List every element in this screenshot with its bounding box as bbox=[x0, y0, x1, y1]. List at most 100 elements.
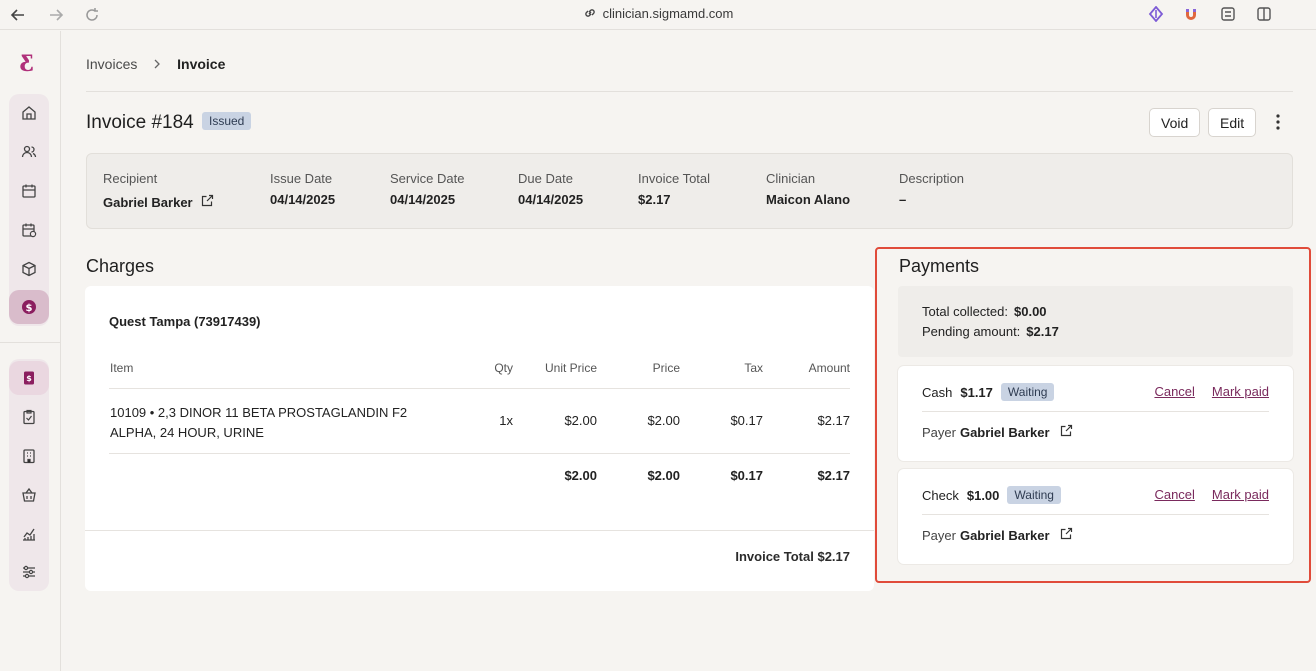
payer-label: Payer bbox=[922, 424, 956, 440]
mark-paid-link[interactable]: Mark paid bbox=[1212, 384, 1269, 399]
sidebar-item-reports[interactable] bbox=[9, 517, 49, 551]
calendar-check-icon bbox=[22, 223, 37, 238]
sidebar-item-home[interactable] bbox=[9, 96, 49, 130]
table-row-item: 10109 • 2,3 DINOR 11 BETA PROSTAGLANDIN … bbox=[110, 403, 407, 443]
breadcrumb-invoices[interactable]: Invoices bbox=[86, 56, 137, 72]
address-bar[interactable]: clinician.sigmamd.com bbox=[0, 6, 1316, 23]
cancel-payment-link[interactable]: Cancel bbox=[1154, 384, 1194, 399]
clinician-value: Maicon Alano bbox=[766, 192, 851, 207]
recipient-name[interactable]: Gabriel Barker bbox=[103, 195, 193, 210]
pending-amount: Pending amount: $2.17 bbox=[922, 324, 1059, 339]
row-price: $2.00 bbox=[647, 413, 680, 428]
external-link-icon[interactable] bbox=[1060, 424, 1073, 440]
cancel-payment-link[interactable]: Cancel bbox=[1154, 487, 1194, 502]
more-options-icon[interactable] bbox=[1268, 111, 1288, 133]
url-text: clinician.sigmamd.com bbox=[602, 6, 734, 21]
sidebar-item-products[interactable] bbox=[9, 252, 49, 286]
external-link-icon[interactable] bbox=[201, 194, 214, 210]
chart-icon bbox=[23, 528, 35, 541]
col-qty: Qty bbox=[494, 361, 513, 375]
sidebar-group-billing: $ bbox=[9, 359, 49, 591]
invoice-total-label: Invoice Total bbox=[638, 171, 711, 186]
split-view-icon[interactable] bbox=[1255, 5, 1273, 23]
lab-name: Quest Tampa (73917439) bbox=[109, 314, 261, 329]
payment-status-badge: Waiting bbox=[1000, 383, 1055, 401]
edit-button[interactable]: Edit bbox=[1208, 108, 1257, 137]
description-label: Description bbox=[899, 171, 965, 186]
clipboard-icon bbox=[23, 409, 35, 425]
svg-text:$: $ bbox=[26, 303, 33, 314]
recipient-field: Recipient Gabriel Barker bbox=[103, 171, 214, 210]
total-collected-label: Total collected: bbox=[922, 304, 1008, 319]
sidebar-item-calendar[interactable] bbox=[9, 174, 49, 208]
payment-amount: $1.17 bbox=[960, 384, 993, 400]
void-button[interactable]: Void bbox=[1149, 108, 1201, 137]
invoice-details: Recipient Gabriel Barker Issue Date 04/1… bbox=[86, 153, 1293, 229]
issue-date-value: 04/14/2025 bbox=[270, 192, 336, 207]
total-unit-price: $2.00 bbox=[564, 468, 597, 483]
app-logo[interactable]: Ƹ bbox=[19, 51, 33, 77]
payer-name[interactable]: Gabriel Barker bbox=[960, 528, 1050, 543]
extension-purple-icon[interactable] bbox=[1147, 5, 1165, 23]
external-link-icon[interactable] bbox=[1060, 527, 1073, 543]
charges-heading: Charges bbox=[86, 256, 155, 276]
total-collected: Total collected: $0.00 bbox=[922, 304, 1047, 319]
col-amount: Amount bbox=[808, 361, 850, 375]
row-qty: 1x bbox=[499, 413, 513, 428]
sidebar-item-claims[interactable] bbox=[9, 400, 49, 434]
payment-divider bbox=[922, 514, 1269, 515]
issue-date-label: Issue Date bbox=[270, 171, 333, 186]
payment-method: Check bbox=[922, 487, 959, 503]
users-icon bbox=[21, 145, 37, 158]
breadcrumb: Invoices Invoice bbox=[86, 56, 225, 72]
invoice-total-value: $2.17 bbox=[638, 192, 671, 207]
calendar-icon bbox=[22, 184, 36, 198]
col-tax: Tax bbox=[744, 361, 763, 375]
link-icon bbox=[583, 6, 597, 23]
description-field: Description – bbox=[899, 171, 964, 207]
total-amount: $2.17 bbox=[817, 468, 850, 483]
mark-paid-link[interactable]: Mark paid bbox=[1212, 487, 1269, 502]
sidebar-item-payers[interactable] bbox=[9, 439, 49, 473]
sidebar: Ƹ $ $ bbox=[0, 31, 61, 671]
sidebar-item-appointments[interactable] bbox=[9, 213, 49, 247]
total-collected-value: $0.00 bbox=[1014, 304, 1047, 319]
sidebar-divider bbox=[0, 342, 61, 343]
card-divider bbox=[85, 530, 874, 531]
description-value: – bbox=[899, 192, 907, 207]
charges-card: Quest Tampa (73917439) Item Qty Unit Pri… bbox=[85, 286, 874, 591]
sidebar-group-main: $ bbox=[9, 94, 49, 326]
payer-name[interactable]: Gabriel Barker bbox=[960, 425, 1050, 440]
row-tax: $0.17 bbox=[730, 413, 763, 428]
table-divider bbox=[109, 453, 850, 454]
payer-row: Payer Gabriel Barker bbox=[922, 527, 1073, 543]
row-amount: $2.17 bbox=[817, 413, 850, 428]
extension-magnet-icon[interactable] bbox=[1182, 5, 1200, 23]
payment-divider bbox=[922, 411, 1269, 412]
col-unit-price: Unit Price bbox=[544, 361, 597, 375]
sidebar-item-billing[interactable]: $ bbox=[9, 290, 49, 324]
sidebar-item-store[interactable] bbox=[9, 478, 49, 512]
invoice-total-summary: Invoice Total $2.17 bbox=[735, 549, 850, 564]
payer-label: Payer bbox=[922, 527, 956, 543]
dollar-icon: $ bbox=[22, 300, 36, 314]
invoice-icon: $ bbox=[24, 371, 34, 385]
payment-method: Cash bbox=[922, 384, 953, 400]
clinician-label: Clinician bbox=[766, 171, 816, 186]
browser-toolbar: clinician.sigmamd.com bbox=[0, 0, 1316, 30]
payer-row: Payer Gabriel Barker bbox=[922, 424, 1073, 440]
sidebar-item-settings[interactable] bbox=[9, 555, 49, 589]
due-date-field: Due Date 04/14/2025 bbox=[518, 171, 583, 207]
box-icon bbox=[22, 261, 36, 277]
due-date-value: 04/14/2025 bbox=[518, 192, 584, 207]
service-date-value: 04/14/2025 bbox=[390, 192, 456, 207]
clinician-field: Clinician Maicon Alano bbox=[766, 171, 850, 207]
col-item: Item bbox=[110, 361, 134, 375]
service-date-field: Service Date 04/14/2025 bbox=[390, 171, 464, 207]
payment-card-check: Check $1.00 Waiting Cancel Mark paid Pay… bbox=[898, 469, 1293, 564]
chevron-right-icon bbox=[153, 56, 161, 72]
extensions-icon[interactable] bbox=[1219, 5, 1237, 23]
sidebar-item-patients[interactable] bbox=[9, 135, 49, 169]
col-price: Price bbox=[652, 361, 680, 375]
sidebar-item-invoices[interactable]: $ bbox=[9, 361, 49, 395]
